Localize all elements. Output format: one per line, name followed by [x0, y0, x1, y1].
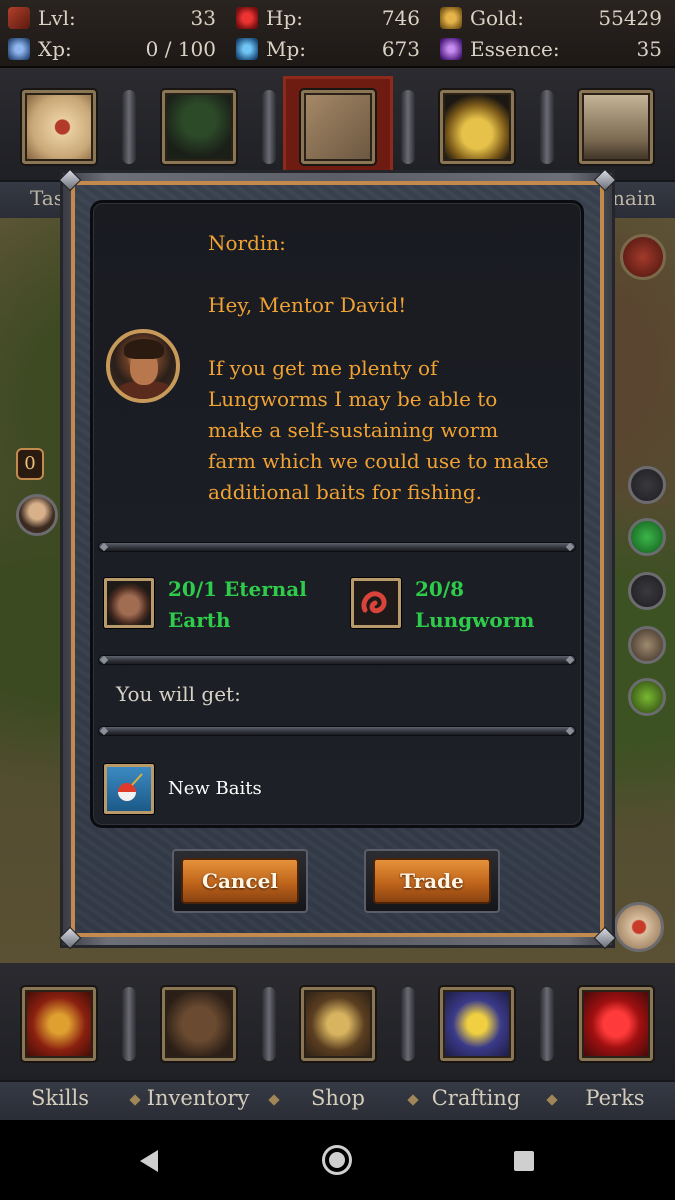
- tab-shop[interactable]: Shop: [278, 1086, 398, 1110]
- avatar[interactable]: [16, 494, 58, 536]
- crossed-swords-icon[interactable]: [22, 987, 96, 1061]
- gold-stat: Gold: 55429: [440, 3, 662, 33]
- section-divider: [98, 726, 576, 736]
- heart-icon: [236, 7, 258, 29]
- tab-inventory[interactable]: Inventory: [138, 1086, 258, 1110]
- message-line: farm which we could use to make: [208, 449, 549, 473]
- mana-orb-icon: [236, 38, 258, 60]
- sword-icon[interactable]: [628, 572, 666, 610]
- nav-divider: [262, 987, 276, 1061]
- mp-label: Mp:: [266, 37, 307, 61]
- backpack-icon[interactable]: [162, 987, 236, 1061]
- requirement-name: Lungworm: [415, 608, 535, 632]
- stats-bar: Lvl: 33 Hp: 746 Gold: 55429 Xp: 0 / 100 …: [0, 0, 675, 68]
- xp-stat: Xp: 0 / 100: [8, 34, 216, 64]
- trade-button[interactable]: Trade: [373, 858, 491, 904]
- level-icon: [8, 7, 30, 29]
- castle-icon[interactable]: [579, 90, 653, 164]
- essence-value: 35: [636, 37, 662, 61]
- nav-divider: [122, 987, 136, 1061]
- xp-icon: [8, 38, 30, 60]
- message-line: If you get me plenty of: [208, 356, 438, 380]
- gold-label: Gold:: [470, 6, 524, 30]
- scales-icon[interactable]: [301, 987, 375, 1061]
- nav-divider: [540, 987, 554, 1061]
- quest-banner-icon[interactable]: [620, 234, 666, 280]
- level-label: Lvl:: [38, 6, 76, 30]
- requirement-count: 20/1 Eternal: [168, 577, 307, 601]
- nav-divider: [122, 90, 136, 164]
- map-side-button[interactable]: [628, 466, 666, 504]
- hp-label: Hp:: [266, 6, 303, 30]
- home-icon[interactable]: [322, 1145, 352, 1175]
- essence-stat: Essence: 35: [440, 34, 662, 64]
- nav-divider: [401, 987, 415, 1061]
- npc-message: If you get me plenty of Lungworms I may …: [208, 353, 568, 508]
- section-divider: [98, 655, 576, 665]
- section-divider: [98, 542, 576, 552]
- hourglass-icon[interactable]: [440, 987, 514, 1061]
- hp-stat: Hp: 746: [236, 3, 420, 33]
- requirement-count: 20/8: [415, 577, 465, 601]
- requirement-name: Earth: [168, 608, 231, 632]
- requirement-eternal-earth: 20/1 Eternal Earth: [168, 574, 307, 636]
- bottom-nav: Skills Inventory Shop Crafting Perks: [0, 963, 675, 1120]
- npc-greeting: Hey, Mentor David!: [208, 293, 407, 317]
- tab-perks[interactable]: Perks: [555, 1086, 675, 1110]
- wagon-icon[interactable]: [162, 90, 236, 164]
- heart-icon[interactable]: [579, 987, 653, 1061]
- cancel-button-frame: Cancel: [172, 849, 308, 913]
- back-icon[interactable]: [140, 1150, 158, 1172]
- message-line: additional baits for fishing.: [208, 480, 483, 504]
- mp-value: 673: [381, 37, 420, 61]
- cancel-button[interactable]: Cancel: [181, 858, 299, 904]
- reward-name: New Baits: [168, 778, 262, 799]
- gold-pile-icon[interactable]: [440, 90, 514, 164]
- android-nav-bar: [0, 1120, 675, 1200]
- essence-label: Essence:: [470, 37, 560, 61]
- essence-orb-icon: [440, 38, 462, 60]
- requirement-lungworm: 20/8 Lungworm: [415, 574, 534, 636]
- xp-value: 0 / 100: [145, 37, 216, 61]
- recent-apps-icon[interactable]: [514, 1151, 534, 1171]
- green-gem-icon[interactable]: [628, 518, 666, 556]
- lungworm-icon[interactable]: [351, 578, 401, 628]
- eternal-earth-icon[interactable]: [104, 578, 154, 628]
- map-marker-icon[interactable]: [614, 902, 664, 952]
- tab-skills[interactable]: Skills: [0, 1086, 120, 1110]
- tab-tasks-partial[interactable]: Tas: [30, 186, 64, 210]
- hp-value: 746: [381, 6, 420, 30]
- fishing-bait-icon[interactable]: [104, 764, 154, 814]
- reward-label: You will get:: [116, 682, 241, 706]
- nav-divider: [401, 90, 415, 164]
- level-stat: Lvl: 33: [8, 3, 216, 33]
- scroll-seal-icon[interactable]: [22, 90, 96, 164]
- tab-crafting[interactable]: Crafting: [416, 1086, 536, 1110]
- xp-label: Xp:: [38, 37, 72, 61]
- message-line: make a self-sustaining worm: [208, 418, 499, 442]
- trade-button-frame: Trade: [364, 849, 500, 913]
- level-value: 33: [190, 6, 216, 30]
- gold-coins-icon: [440, 7, 462, 29]
- nav-divider: [540, 90, 554, 164]
- nav-divider: [262, 90, 276, 164]
- message-line: Lungworms I may be able to: [208, 387, 498, 411]
- mp-stat: Mp: 673: [236, 34, 420, 64]
- hand-icon[interactable]: [628, 626, 666, 664]
- map-icon[interactable]: [301, 90, 375, 164]
- map-badge[interactable]: 0: [16, 448, 44, 480]
- tab-domain-partial[interactable]: nain: [612, 186, 656, 210]
- npc-name: Nordin:: [208, 231, 286, 255]
- npc-portrait: [106, 329, 180, 403]
- gold-value: 55429: [598, 6, 662, 30]
- flask-icon[interactable]: [628, 678, 666, 716]
